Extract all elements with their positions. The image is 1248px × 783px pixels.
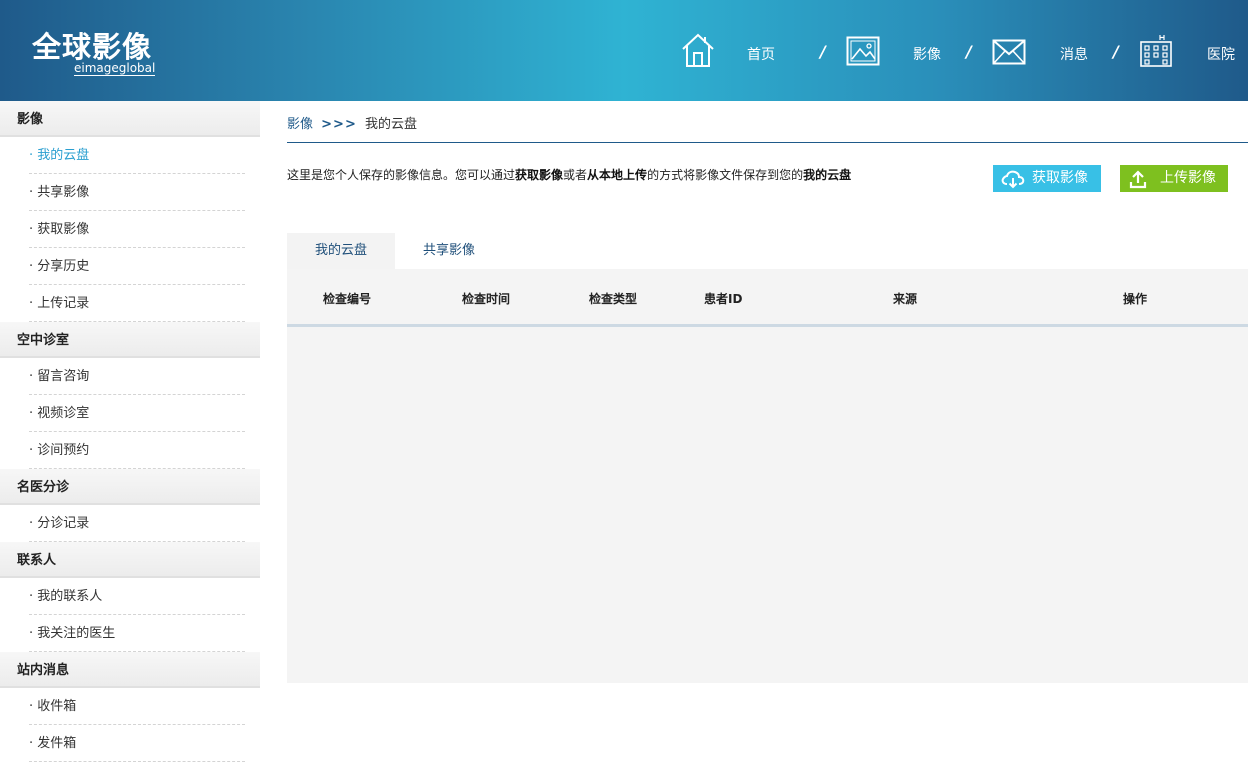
get-image-label: 获取影像 (1032, 170, 1088, 186)
tab-my-cloud[interactable]: 我的云盘 (287, 233, 395, 269)
top-nav: 首页 / 影像 / 消息 / 医院 (0, 30, 1248, 76)
top-header: 全球影像 eimageglobal 首页 / 影像 / 消息 / 医院 (0, 0, 1248, 101)
sidebar-group: 站内消息 · 收件箱 · 发件箱 (0, 652, 260, 762)
breadcrumb-current: 我的云盘 (364, 117, 417, 132)
column-header: 检查时间 (462, 292, 511, 306)
column-header: 检查类型 (589, 292, 638, 306)
intro-highlight: 我的云盘 (803, 168, 852, 182)
tab-shared-images[interactable]: 共享影像 (395, 233, 503, 269)
hospital-icon (1139, 34, 1173, 72)
breadcrumb-parent[interactable]: 影像 (287, 117, 313, 132)
sidebar-item[interactable]: · 共享影像 (29, 174, 245, 211)
column-header: 检查编号 (323, 292, 372, 306)
sidebar-group-title[interactable]: 联系人 (0, 542, 260, 578)
sidebar-item[interactable]: · 分诊记录 (29, 505, 245, 542)
nav-label-home: 首页 (747, 47, 775, 63)
intro-highlight: 从本地上传 (587, 168, 648, 182)
nav-label-image: 影像 (913, 47, 941, 63)
sidebar-group: 空中诊室 · 留言咨询 · 视频诊室 · 诊间预约 (0, 322, 260, 469)
nav-separator: / (820, 42, 826, 61)
sidebar-item[interactable]: · 收件箱 (29, 688, 245, 725)
breadcrumb: 影像 >>> 我的云盘 (287, 113, 417, 132)
table-header: 检查编号 检查时间 检查类型 患者ID 来源 操作 (287, 269, 1248, 327)
sidebar-item[interactable]: · 我的联系人 (29, 578, 245, 615)
sidebar-item[interactable]: · 获取影像 (29, 211, 245, 248)
sidebar-group-title[interactable]: 名医分诊 (0, 469, 260, 505)
images-table: 检查编号 检查时间 检查类型 患者ID 来源 操作 (287, 269, 1248, 683)
get-image-button[interactable]: 获取影像 (993, 165, 1101, 192)
nav-label-hospital: 医院 (1207, 47, 1235, 63)
home-icon (681, 32, 715, 72)
nav-separator: / (1113, 42, 1119, 61)
nav-separator: / (966, 42, 972, 61)
intro-highlight: 获取影像 (515, 168, 564, 182)
breadcrumb-divider (287, 142, 1248, 143)
column-header: 患者ID (704, 292, 743, 306)
sidebar-item[interactable]: · 上传记录 (29, 285, 245, 322)
column-header: 来源 (893, 292, 918, 306)
nav-label-messages: 消息 (1060, 47, 1088, 63)
column-header: 操作 (1123, 292, 1148, 306)
sidebar-group: 名医分诊 · 分诊记录 (0, 469, 260, 542)
sidebar-group-title[interactable]: 影像 (0, 101, 260, 137)
cloud-download-icon (1001, 169, 1025, 199)
nav-item-hospital[interactable]: 医院 (1139, 30, 1244, 76)
sidebar-group: 联系人 · 我的联系人 · 我关注的医生 (0, 542, 260, 652)
sidebar-group: 影像 · 我的云盘 · 共享影像 · 获取影像 · 分享历史 · 上传记录 (0, 101, 260, 322)
sidebar-group-title[interactable]: 空中诊室 (0, 322, 260, 358)
image-icon (846, 36, 880, 70)
intro-part: 或者 (563, 168, 588, 182)
sidebar-group-title[interactable]: 站内消息 (0, 652, 260, 688)
intro-part: 这里是您个人保存的影像信息。您可以通过 (287, 168, 516, 182)
upload-image-label: 上传影像 (1160, 170, 1216, 186)
intro-part: 的方式将影像文件保存到您的 (647, 168, 804, 182)
envelope-icon (992, 39, 1026, 69)
sidebar-item[interactable]: · 留言咨询 (29, 358, 245, 395)
intro-text: 这里是您个人保存的影像信息。您可以通过获取影像或者从本地上传的方式将影像文件保存… (287, 166, 851, 183)
breadcrumb-separator: >>> (321, 117, 357, 132)
nav-item-messages[interactable]: 消息 (992, 30, 1092, 76)
sidebar-item[interactable]: · 分享历史 (29, 248, 245, 285)
sidebar: 影像 · 我的云盘 · 共享影像 · 获取影像 · 分享历史 · 上传记录 空中诊室 · 留言… (0, 101, 260, 783)
nav-item-home[interactable]: 首页 (681, 30, 781, 76)
upload-image-button[interactable]: 上传影像 (1120, 165, 1228, 192)
sidebar-item[interactable]: · 我的云盘 (29, 137, 245, 174)
nav-item-image[interactable]: 影像 (846, 30, 946, 76)
sidebar-item[interactable]: · 发件箱 (29, 725, 245, 762)
upload-icon (1128, 169, 1148, 199)
sidebar-item[interactable]: · 诊间预约 (29, 432, 245, 469)
sidebar-item[interactable]: · 视频诊室 (29, 395, 245, 432)
sidebar-item[interactable]: · 我关注的医生 (29, 615, 245, 652)
